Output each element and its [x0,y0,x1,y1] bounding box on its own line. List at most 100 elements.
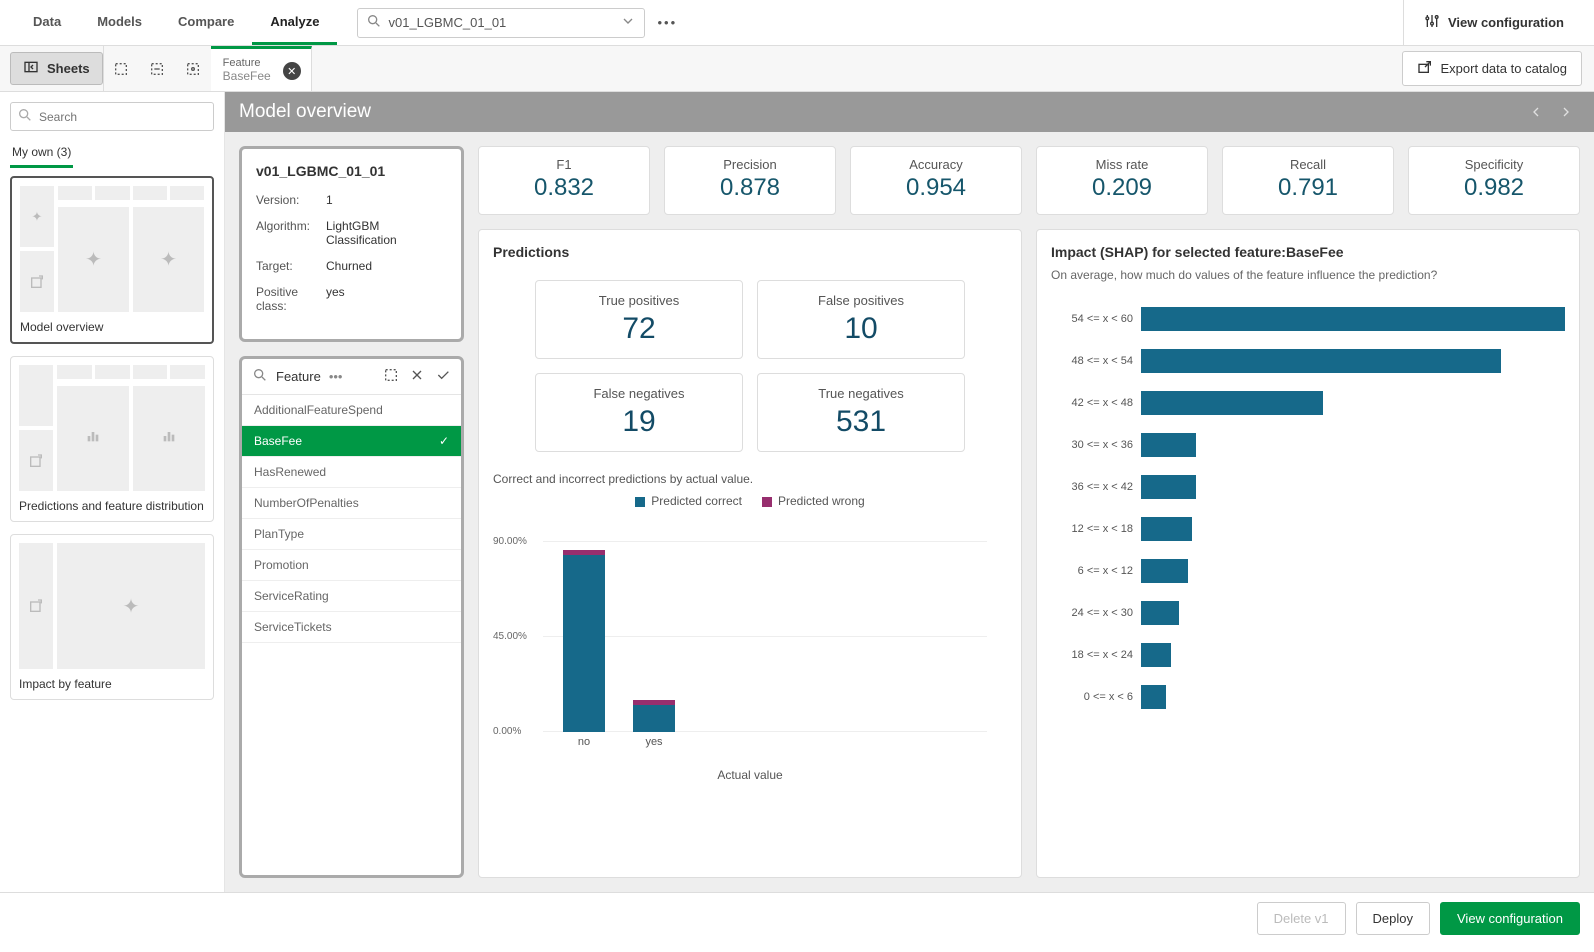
mi-val: yes [326,285,447,313]
confusion-cell: True positives72 [535,280,743,359]
feature-item[interactable]: Promotion [242,550,461,581]
export-icon [1417,59,1433,78]
shap-row: 54 <= x < 60 [1051,298,1565,340]
view-configuration-link[interactable]: View configuration [1403,0,1584,45]
predictions-subtitle: Correct and incorrect predictions by act… [493,472,1007,486]
page-title: Model overview [239,101,371,123]
model-dropdown[interactable]: v01_LGBMC_01_01 [357,8,645,38]
top-tabs: Data Models Compare Analyze [10,1,337,45]
tab-models[interactable]: Models [79,1,160,45]
shap-row: 42 <= x < 48 [1051,382,1565,424]
prev-sheet-button[interactable] [1522,98,1550,126]
metric-card: Recall0.791 [1222,146,1394,215]
predictions-xaxis: Actual value [493,768,1007,782]
mi-val: LightGBM Classification [326,219,447,247]
feature-item[interactable]: PlanType [242,519,461,550]
shap-row: 36 <= x < 42 [1051,466,1565,508]
legend-correct: Predicted correct [635,494,742,508]
shap-row: 24 <= x < 30 [1051,592,1565,634]
feature-panel-title: Feature [276,369,321,384]
my-own-tab[interactable]: My own (3) [10,139,73,168]
selection-tool-1[interactable] [103,46,139,92]
selection-tool-3[interactable] [175,46,211,92]
sheet-navigator: My own (3) ✦ ✦✦ Model overview [0,92,225,892]
shap-row: 18 <= x < 24 [1051,634,1565,676]
mi-key: Algorithm: [256,219,326,247]
sheet-thumb-title: Model overview [18,314,206,336]
predictions-chart: 0.00% 45.00% 90.00% noyes [543,512,987,752]
next-sheet-button[interactable] [1552,98,1580,126]
bar-chart-icon [85,427,101,450]
mi-val: 1 [326,193,447,207]
canvas: Model overview v01_LGBMC_01_01 Version:1… [225,92,1594,892]
sheets-button[interactable]: Sheets [10,52,103,85]
view-configuration-label: View configuration [1448,15,1564,30]
legend-wrong: Predicted wrong [762,494,865,508]
feature-tab-value: BaseFee [223,69,271,83]
feature-item[interactable]: AdditionalFeatureSpend [242,395,461,426]
shap-row: 48 <= x < 54 [1051,340,1565,382]
selection-tool-2[interactable] [139,46,175,92]
feature-list-panel: Feature ••• AdditionalFeatureSpendBaseFe… [239,356,464,878]
bar-chart-icon [161,427,177,450]
confirm-icon[interactable] [435,367,451,386]
predictions-panel: Predictions True positives72False positi… [478,229,1022,878]
main-layout: My own (3) ✦ ✦✦ Model overview [0,92,1594,892]
sheet-thumb-model-overview[interactable]: ✦ ✦✦ Model overview [10,176,214,344]
sheet-thumb-title: Impact by feature [17,671,207,693]
sheet-search-input[interactable] [39,110,207,124]
tab-data[interactable]: Data [15,1,79,45]
view-configuration-button[interactable]: View configuration [1440,902,1580,935]
feature-tab-label: Feature [223,57,271,69]
metric-row: F10.832Precision0.878Accuracy0.954Miss r… [478,146,1580,215]
shap-panel: Impact (SHAP) for selected feature:BaseF… [1036,229,1580,878]
feature-item[interactable]: ServiceRating [242,581,461,612]
export-label: Export data to catalog [1441,61,1567,76]
sheet-thumb-predictions[interactable]: Predictions and feature distribution [10,356,214,522]
close-icon[interactable]: ✕ [283,62,301,80]
panel-left-icon [23,59,39,78]
selection-feature-tab[interactable]: Feature BaseFee ✕ [211,46,312,91]
more-icon[interactable]: ••• [329,369,343,384]
feature-item[interactable]: BaseFee [242,426,461,457]
ytick: 0.00% [493,726,521,737]
model-name: v01_LGBMC_01_01 [256,163,447,179]
model-dropdown-value: v01_LGBMC_01_01 [388,15,506,30]
metric-card: Miss rate0.209 [1036,146,1208,215]
model-info-card: v01_LGBMC_01_01 Version:1 Algorithm:Ligh… [239,146,464,342]
export-data-button[interactable]: Export data to catalog [1402,51,1582,86]
tab-analyze[interactable]: Analyze [252,1,337,45]
deploy-button[interactable]: Deploy [1356,902,1430,935]
feature-item[interactable]: NumberOfPenalties [242,488,461,519]
feature-item[interactable]: HasRenewed [242,457,461,488]
sheet-thumb-impact[interactable]: ✦ Impact by feature [10,534,214,700]
shap-chart: 54 <= x < 6048 <= x < 5442 <= x < 4830 <… [1051,298,1565,718]
search-icon [366,13,382,32]
cancel-icon[interactable] [409,367,425,386]
selection-icon[interactable] [383,367,399,386]
shap-row: 6 <= x < 12 [1051,550,1565,592]
mi-key: Positive class: [256,285,326,313]
mi-val: Churned [326,259,447,273]
tab-compare[interactable]: Compare [160,1,252,45]
predictions-legend: Predicted correct Predicted wrong [493,494,1007,508]
confusion-cell: True negatives531 [757,373,965,452]
shap-row: 30 <= x < 36 [1051,424,1565,466]
feature-list: AdditionalFeatureSpendBaseFeeHasRenewedN… [242,395,461,643]
delete-button: Delete v1 [1257,902,1346,935]
ytick: 45.00% [493,631,527,642]
footer: Delete v1 Deploy View configuration [0,892,1594,944]
sheet-search[interactable] [10,102,214,131]
shap-title: Impact (SHAP) for selected feature:BaseF… [1051,244,1565,260]
predictions-title: Predictions [493,244,1007,260]
ytick: 90.00% [493,536,527,547]
metric-card: F10.832 [478,146,650,215]
more-actions-button[interactable]: ••• [657,15,677,30]
confusion-quad: True positives72False positives10False n… [535,280,965,452]
feature-item[interactable]: ServiceTickets [242,612,461,643]
metric-card: Precision0.878 [664,146,836,215]
confusion-cell: False positives10 [757,280,965,359]
shap-row: 12 <= x < 18 [1051,508,1565,550]
confusion-cell: False negatives19 [535,373,743,452]
chevron-down-icon [620,13,636,32]
